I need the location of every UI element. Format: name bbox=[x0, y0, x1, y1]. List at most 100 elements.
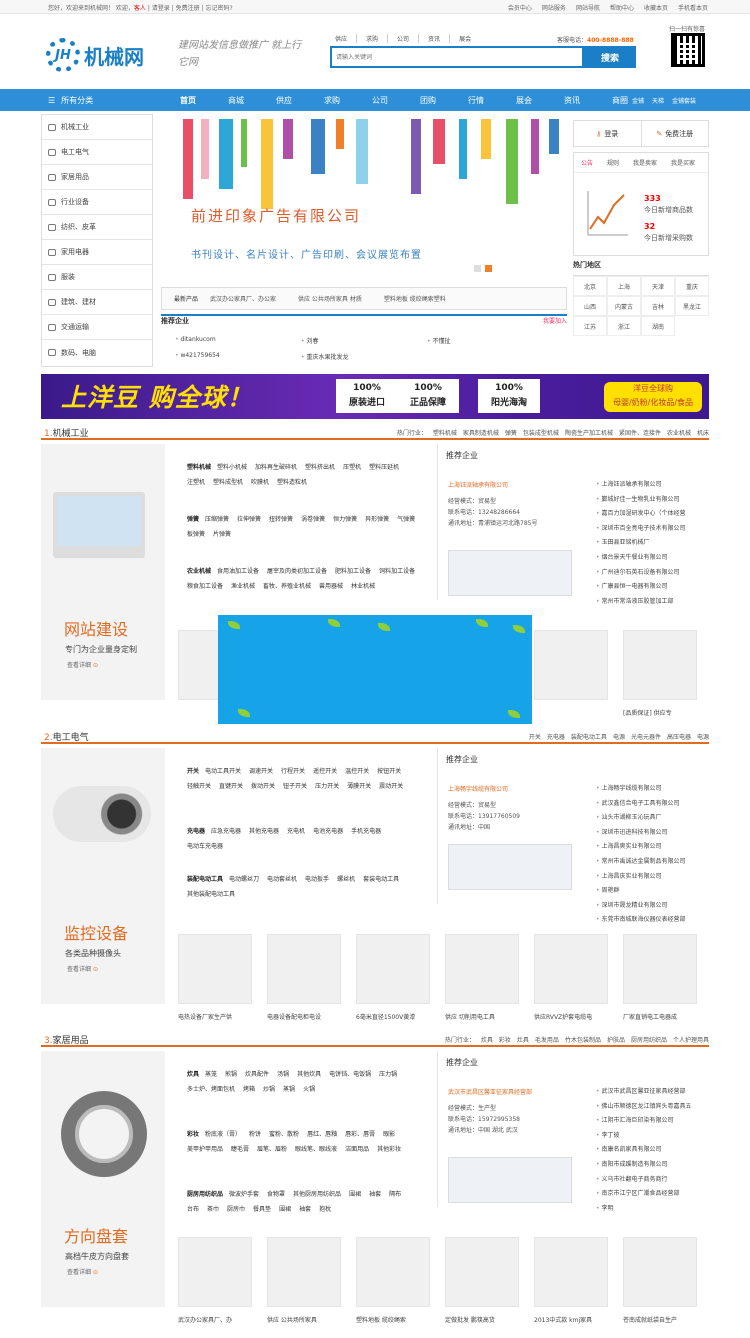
hot-industry-link[interactable]: 个人护理用具 bbox=[673, 1035, 709, 1044]
subcategory-link[interactable]: 按钮开关 bbox=[377, 768, 401, 775]
nav-gold-shop[interactable]: 金铺 bbox=[632, 96, 644, 105]
hot-area-link[interactable]: 山西 bbox=[573, 296, 607, 316]
company-link[interactable]: 上海钰派轴承有限公司 bbox=[596, 478, 685, 493]
hot-area-link[interactable]: 黑龙江 bbox=[675, 296, 709, 316]
product-card[interactable]: 武汉办公家具厂、办 bbox=[178, 1237, 252, 1324]
member-center-link[interactable]: 会员中心 bbox=[508, 3, 532, 12]
subcategory-link[interactable]: 电动螺丝刀 bbox=[229, 876, 259, 883]
subcategory-link[interactable]: 唇彩、唇膏 bbox=[345, 1131, 375, 1138]
subcategory-link[interactable]: 袖套 bbox=[299, 1206, 311, 1213]
hot-industry-link[interactable]: 家具制造机械 bbox=[463, 428, 499, 437]
promo-more-link[interactable]: 查看详细 ⊙ bbox=[67, 1267, 98, 1276]
hot-industry-link[interactable]: 灶具 bbox=[517, 1035, 529, 1044]
subcategory-link[interactable]: 茶巾 bbox=[207, 1206, 219, 1213]
company-link[interactable]: 广州迪尔石英石设备有限公司 bbox=[596, 566, 685, 581]
category-group-name[interactable]: 装配电动工具 bbox=[187, 876, 223, 883]
subcategory-link[interactable]: 洁面用品 bbox=[345, 1146, 369, 1153]
hot-industry-link[interactable]: 厨房用纺织品 bbox=[631, 1035, 667, 1044]
subcategory-link[interactable]: 加料再生破碎机 bbox=[255, 464, 297, 471]
search-tab-news[interactable]: 资讯 bbox=[419, 34, 451, 43]
company-link[interactable]: 武汉鑫信合电子工具有限公司 bbox=[596, 797, 685, 812]
nav-market[interactable]: 行情 bbox=[452, 95, 500, 106]
company-link[interactable]: 深圳市晟龙精业有限公司 bbox=[596, 899, 685, 914]
subcategory-link[interactable]: 轻触开关 bbox=[187, 783, 211, 790]
product-card[interactable]: 供应 公共场所家具 bbox=[267, 1237, 341, 1324]
search-button[interactable]: 搜索 bbox=[584, 46, 636, 68]
product-card[interactable]: 供应RVVZ护套电缆电 bbox=[534, 934, 608, 1021]
search-tab-supply[interactable]: 供应 bbox=[333, 34, 358, 43]
site-logo[interactable]: JH 机械网 bbox=[46, 36, 166, 74]
subcategory-link[interactable]: 套装电动工具 bbox=[363, 876, 399, 883]
subcategory-link[interactable]: 烤箱 bbox=[243, 1086, 255, 1093]
subcategory-link[interactable]: 其他装配电动工具 bbox=[187, 891, 235, 898]
company-link[interactable]: 武汉市武昌区馨亚征家具经营部 bbox=[596, 1085, 691, 1100]
category-item[interactable]: 服装 bbox=[42, 265, 152, 290]
subcategory-link[interactable]: 林业机械 bbox=[351, 583, 375, 590]
subcategory-link[interactable]: 眼影 bbox=[383, 1131, 395, 1138]
product-card[interactable]: 供应 切削用电工具 bbox=[445, 934, 519, 1021]
subcategory-link[interactable]: 应急充电器 bbox=[211, 828, 241, 835]
subcategory-link[interactable]: 蜜粉、散粉 bbox=[269, 1131, 299, 1138]
subcategory-link[interactable]: 饲料加工设备 bbox=[379, 568, 415, 575]
subcategory-link[interactable]: 螺丝机 bbox=[337, 876, 355, 883]
subcategory-link[interactable]: 厨房巾 bbox=[227, 1206, 245, 1213]
ad-banner[interactable]: 上洋豆 购全球！ 100% 原装进口 100% 正品保障 100% 阳光海淘 洋豆全球… bbox=[41, 374, 709, 419]
company-link[interactable]: 重庆水果批发龙 bbox=[301, 352, 427, 361]
subcategory-link[interactable]: 粮食加工设备 bbox=[187, 583, 223, 590]
subcategory-link[interactable]: 气弹簧 bbox=[397, 516, 415, 523]
hot-area-link[interactable]: 湖南 bbox=[641, 316, 675, 336]
section-promo[interactable]: 监控设备 各类品种摄像头 查看详细 ⊙ bbox=[41, 748, 165, 1004]
company-link[interactable]: 玉田县亚铭机械厂 bbox=[596, 536, 685, 551]
help-center-link[interactable]: 帮助中心 bbox=[610, 3, 634, 12]
subcategory-link[interactable]: 微波炉手套 bbox=[229, 1191, 259, 1198]
category-group-name[interactable]: 弹簧 bbox=[187, 516, 199, 523]
subcategory-link[interactable]: 压力开关 bbox=[315, 783, 339, 790]
all-categories-button[interactable]: ☰ 所有分类 bbox=[48, 89, 93, 111]
subcategory-link[interactable]: 拨动开关 bbox=[251, 783, 275, 790]
subcategory-link[interactable]: 温控开关 bbox=[345, 768, 369, 775]
site-service-link[interactable]: 网站服务 bbox=[542, 3, 566, 12]
subcategory-link[interactable]: 煎锅 bbox=[225, 1071, 237, 1078]
product-card[interactable]: 电热设备厂家生产供 bbox=[178, 934, 252, 1021]
product-card[interactable]: 定做批发 鹏筷高货 bbox=[445, 1237, 519, 1324]
subcategory-link[interactable]: 电动车充电器 bbox=[187, 843, 223, 850]
company-link[interactable]: 深圳市百全亮电子技术有限公司 bbox=[596, 522, 685, 537]
hot-area-link[interactable]: 浙江 bbox=[607, 316, 641, 336]
company-link[interactable]: 义乌市社翻电子商务商行 bbox=[596, 1173, 691, 1188]
bookmark-link[interactable]: 收藏本页 bbox=[644, 3, 668, 12]
search-tab-company[interactable]: 公司 bbox=[388, 34, 420, 43]
subcategory-link[interactable]: 手机充电器 bbox=[351, 828, 381, 835]
company-link[interactable]: 鄞城好佳一生物乳业有限公司 bbox=[596, 493, 685, 508]
subcategory-link[interactable]: 兽用器械 bbox=[319, 583, 343, 590]
company-link[interactable]: 不懂扯 bbox=[427, 336, 553, 345]
subcategory-link[interactable]: 台布 bbox=[187, 1206, 199, 1213]
subcategory-link[interactable]: 电饼铛、电饭锅 bbox=[329, 1071, 371, 1078]
auth-links[interactable]: | 请登录 | 免费注册 | 忘记密码? bbox=[148, 5, 233, 12]
site-nav-link[interactable]: 网站导航 bbox=[576, 3, 600, 12]
nav-supply[interactable]: 供应 bbox=[260, 95, 308, 106]
subcategory-link[interactable]: 蒸笼 bbox=[205, 1071, 217, 1078]
product-card[interactable]: 苍南成就纸袋自生产 bbox=[623, 1237, 697, 1324]
mobile-link[interactable]: 手机看本页 bbox=[678, 3, 708, 12]
banner-dot-active[interactable] bbox=[485, 265, 492, 272]
subcategory-link[interactable]: 塑料挤出机 bbox=[305, 464, 335, 471]
product-card[interactable]: 厂家直销电工电器成 bbox=[623, 934, 697, 1021]
nav-company[interactable]: 公司 bbox=[356, 95, 404, 106]
subcategory-link[interactable]: 袖套 bbox=[369, 1191, 381, 1198]
category-group-name[interactable]: 炊具 bbox=[187, 1071, 199, 1078]
subcategory-link[interactable]: 蒸锅 bbox=[283, 1086, 295, 1093]
product-card[interactable]: 6毫米直径1500V黄漆 bbox=[356, 934, 430, 1021]
nav-ladder[interactable]: 天梯 bbox=[652, 96, 664, 105]
company-link[interactable]: 李明 bbox=[596, 1202, 691, 1217]
tab-rules[interactable]: 规则 bbox=[600, 158, 626, 167]
floating-ad-popup[interactable] bbox=[218, 615, 532, 724]
new-product-link[interactable]: 供应 公共场所家具 材质 bbox=[298, 294, 362, 303]
nav-home[interactable]: 首页 bbox=[164, 95, 212, 106]
subcategory-link[interactable]: 塑料压延机 bbox=[369, 464, 399, 471]
subcategory-link[interactable]: 炊具配件 bbox=[245, 1071, 269, 1078]
company-link[interactable]: 江阴市汇海巨印染有限公司 bbox=[596, 1114, 691, 1129]
subcategory-link[interactable]: 睫毛膏 bbox=[231, 1146, 249, 1153]
subcategory-link[interactable]: 塑料小机械 bbox=[217, 464, 247, 471]
hot-area-link[interactable]: 江苏 bbox=[573, 316, 607, 336]
company-link[interactable]: 深圳市迅进科技有限公司 bbox=[596, 826, 685, 841]
